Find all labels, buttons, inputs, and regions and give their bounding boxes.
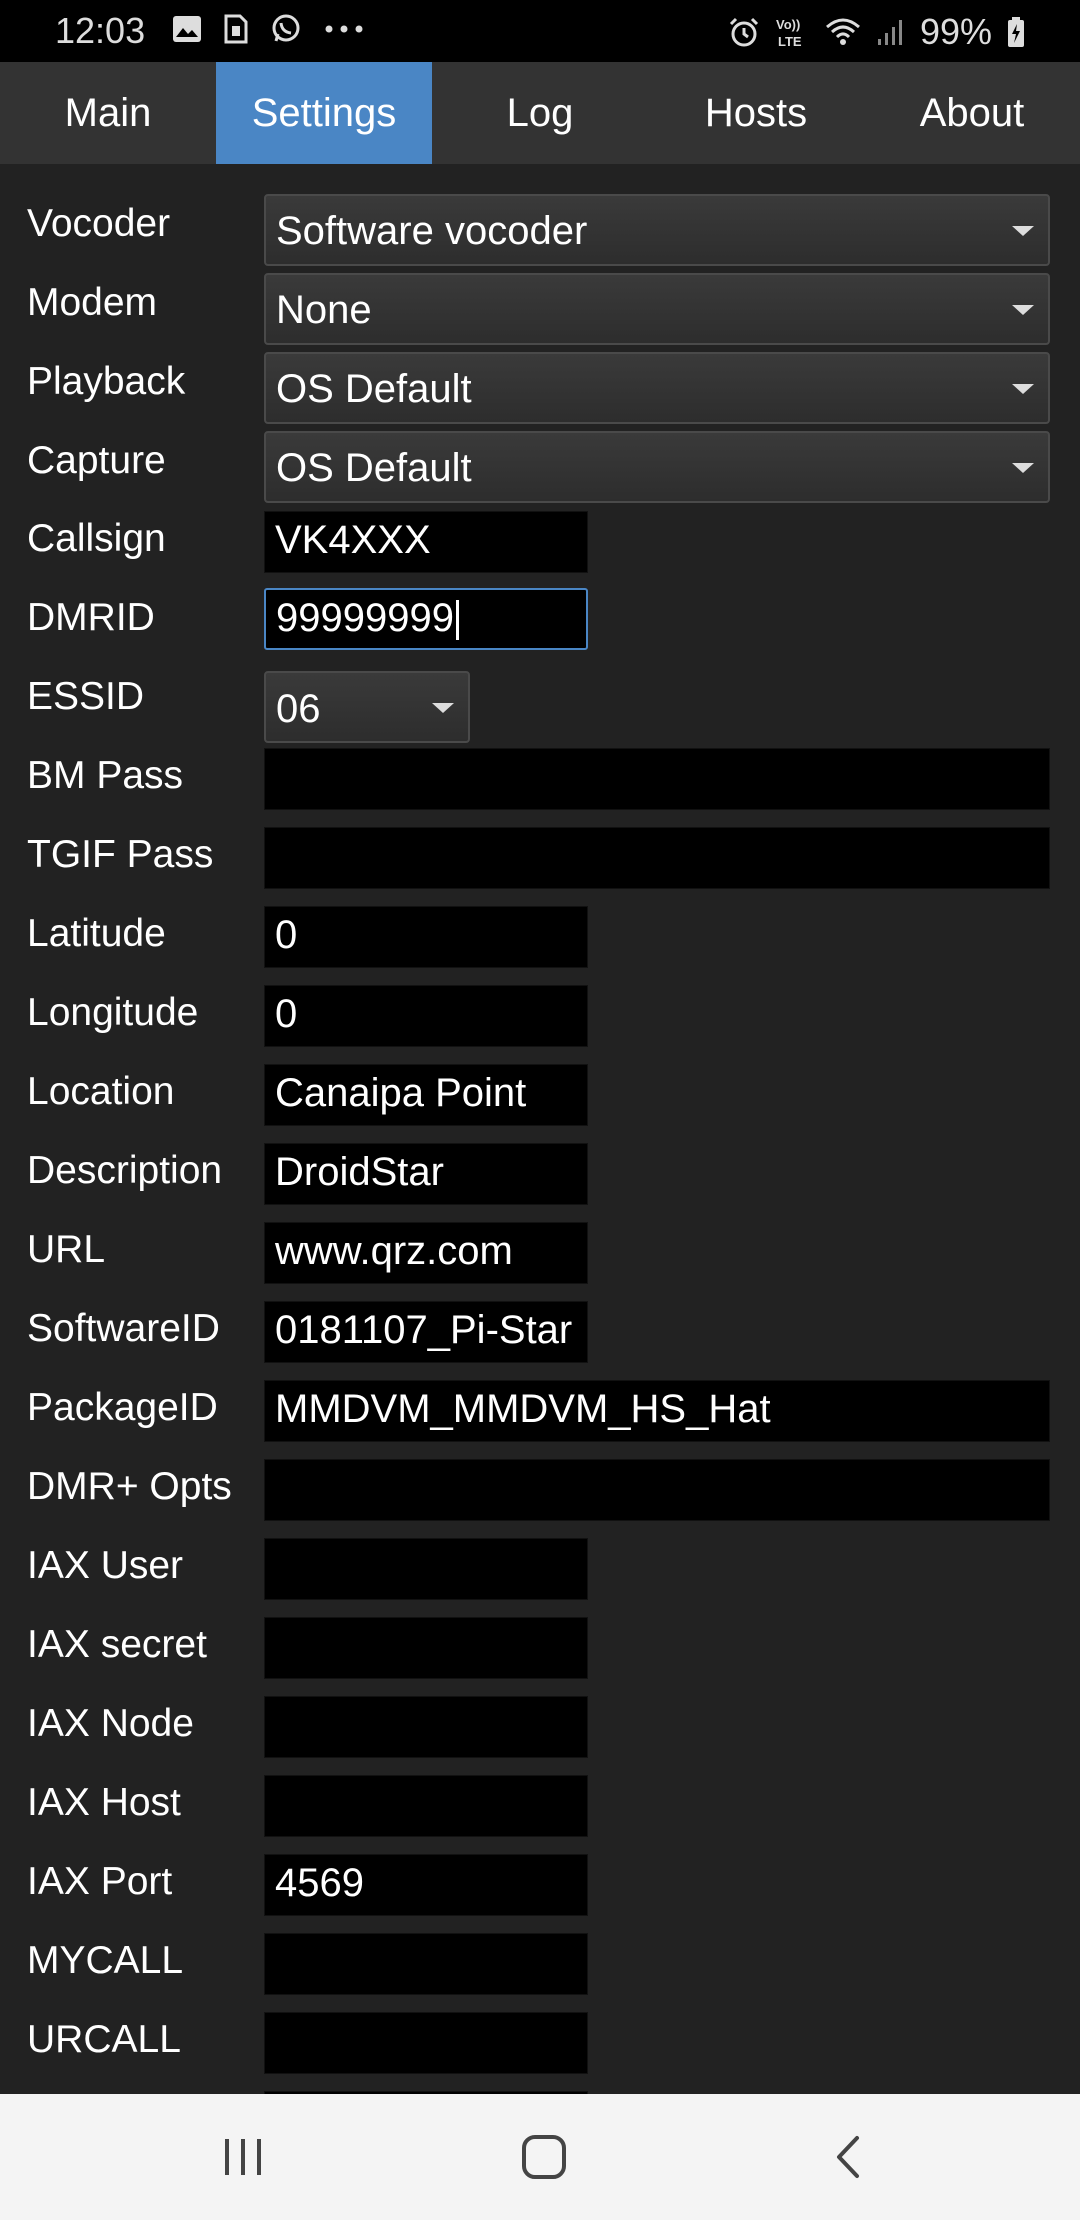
url-label: URL bbox=[27, 1228, 106, 1271]
iax-secret-label: IAX secret bbox=[27, 1623, 207, 1666]
tgif-pass-row: TGIF Pass bbox=[0, 797, 1080, 889]
wifi-icon bbox=[825, 18, 860, 45]
bm-pass-row: BM Pass bbox=[0, 718, 1080, 810]
dmrid-label: DMRID bbox=[27, 596, 155, 639]
longitude-label: Longitude bbox=[27, 991, 199, 1034]
status-time: 12:03 bbox=[55, 10, 146, 51]
location-label: Location bbox=[27, 1070, 175, 1113]
iax-user-label: IAX User bbox=[27, 1544, 184, 1587]
back-icon bbox=[837, 2136, 859, 2178]
battery-charging-icon bbox=[1008, 17, 1024, 47]
iax-secret-row: IAX secret bbox=[0, 1587, 1080, 1679]
recent-apps-button[interactable] bbox=[203, 2124, 283, 2190]
callsign-label: Callsign bbox=[27, 517, 166, 560]
description-label: Description bbox=[27, 1149, 223, 1192]
sim-icon bbox=[224, 14, 248, 44]
iax-node-label: IAX Node bbox=[27, 1702, 194, 1745]
vocoder-row: Vocoder Software vocoder bbox=[0, 164, 1080, 266]
status-bar: 12:03 Vo)) LTE 99% bbox=[0, 0, 1080, 62]
svg-text:Vo)): Vo)) bbox=[776, 17, 800, 32]
home-button[interactable] bbox=[504, 2124, 584, 2190]
dmr-opts-label: DMR+ Opts bbox=[27, 1465, 232, 1508]
location-row: Location Canaipa Point bbox=[0, 1034, 1080, 1126]
iax-host-label: IAX Host bbox=[27, 1781, 181, 1824]
chevron-down-icon bbox=[1012, 305, 1034, 315]
home-icon bbox=[522, 2135, 566, 2179]
tab-hosts[interactable]: Hosts bbox=[648, 62, 864, 164]
bm-pass-label: BM Pass bbox=[27, 754, 184, 797]
essid-label: ESSID bbox=[27, 675, 145, 718]
chevron-down-icon bbox=[1012, 384, 1034, 394]
latitude-row: Latitude 0 bbox=[0, 876, 1080, 968]
chevron-down-icon bbox=[1012, 463, 1034, 473]
modem-label: Modem bbox=[27, 281, 158, 324]
capture-row: Capture OS Default bbox=[0, 401, 1080, 503]
tab-main[interactable]: Main bbox=[0, 62, 216, 164]
recent-apps-icon bbox=[225, 2139, 261, 2175]
callsign-row: Callsign VK4XXX bbox=[0, 481, 1080, 573]
volte-icon: Vo)) LTE bbox=[776, 17, 802, 49]
more-dots-icon bbox=[325, 25, 363, 33]
package-id-label: PackageID bbox=[27, 1386, 218, 1429]
whatsapp-icon bbox=[272, 14, 300, 42]
longitude-row: Longitude 0 bbox=[0, 955, 1080, 1047]
software-id-label: SoftwareID bbox=[27, 1307, 220, 1350]
next-row-partial bbox=[0, 2061, 1080, 2094]
tab-settings[interactable]: Settings bbox=[216, 62, 432, 164]
tgif-pass-label: TGIF Pass bbox=[27, 833, 214, 876]
vocoder-label: Vocoder bbox=[27, 202, 171, 245]
iax-port-label: IAX Port bbox=[27, 1860, 173, 1903]
iax-port-row: IAX Port 4569 bbox=[0, 1824, 1080, 1916]
tab-bar: Main Settings Log Hosts About bbox=[0, 62, 1080, 164]
dmrid-value: 99999999 bbox=[276, 596, 454, 640]
chevron-down-icon bbox=[432, 703, 454, 713]
chevron-down-icon bbox=[1012, 226, 1034, 236]
iax-host-row: IAX Host bbox=[0, 1745, 1080, 1837]
essid-row: ESSID 06 bbox=[0, 639, 1080, 743]
latitude-label: Latitude bbox=[27, 912, 166, 955]
software-id-row: SoftwareID 0181107_Pi-Star bbox=[0, 1271, 1080, 1363]
tab-log[interactable]: Log bbox=[432, 62, 648, 164]
gallery-icon bbox=[173, 16, 201, 42]
package-id-row: PackageID MMDVM_MMDVM_HS_Hat bbox=[0, 1350, 1080, 1442]
alarm-icon bbox=[729, 17, 758, 47]
capture-label: Capture bbox=[27, 439, 166, 482]
urcall-row: URCALL bbox=[0, 1982, 1080, 2074]
text-cursor bbox=[455, 600, 459, 641]
playback-label: Playback bbox=[27, 360, 186, 403]
dmr-opts-row: DMR+ Opts bbox=[0, 1429, 1080, 1521]
battery-percent: 99% bbox=[919, 11, 992, 52]
back-button[interactable] bbox=[808, 2124, 888, 2190]
url-row: URL www.qrz.com bbox=[0, 1192, 1080, 1284]
tab-about[interactable]: About bbox=[864, 62, 1080, 164]
playback-row: Playback OS Default bbox=[0, 322, 1080, 424]
mycall-label: MYCALL bbox=[27, 1939, 184, 1982]
modem-row: Modem None bbox=[0, 243, 1080, 345]
settings-panel: Vocoder Software vocoder Modem None Play… bbox=[0, 164, 1080, 2094]
mycall-row: MYCALL bbox=[0, 1903, 1080, 1995]
dmrid-row: DMRID 99999999 bbox=[0, 560, 1080, 650]
urcall-label: URCALL bbox=[27, 2018, 181, 2061]
iax-user-row: IAX User bbox=[0, 1508, 1080, 1600]
system-nav-bar bbox=[0, 2094, 1080, 2220]
svg-text:LTE: LTE bbox=[778, 34, 802, 49]
iax-node-row: IAX Node bbox=[0, 1666, 1080, 1758]
description-row: Description DroidStar bbox=[0, 1113, 1080, 1205]
signal-icon bbox=[877, 20, 902, 45]
